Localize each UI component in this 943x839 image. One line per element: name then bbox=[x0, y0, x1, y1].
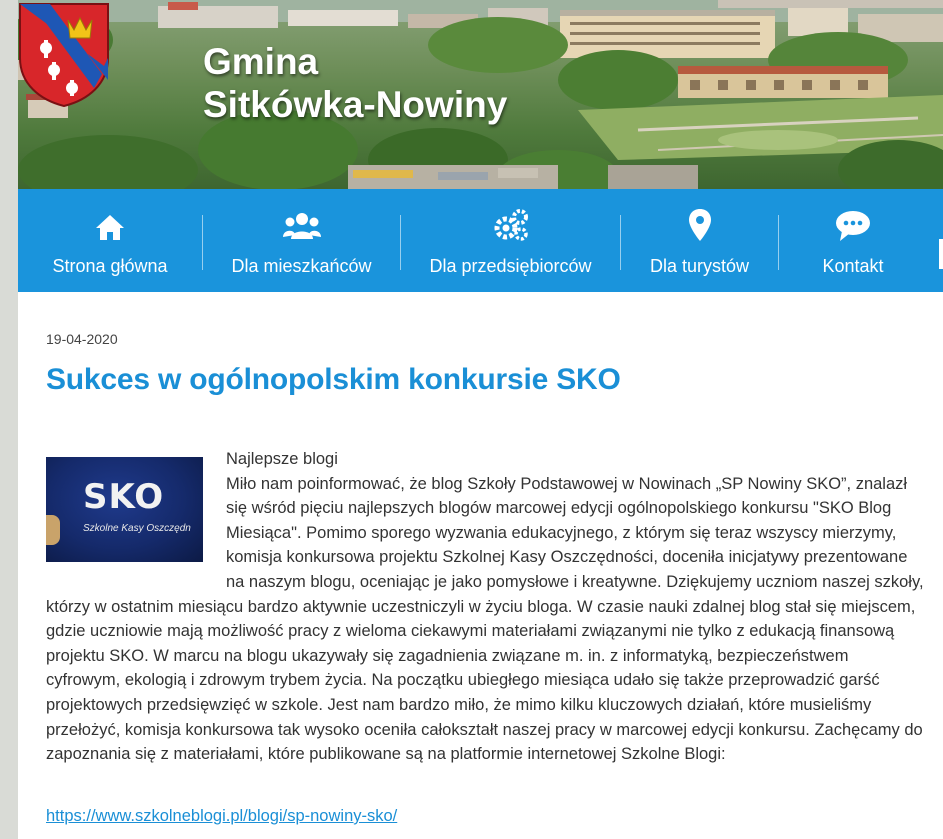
chat-bubble-icon bbox=[836, 209, 870, 241]
header-banner: Gmina Sitkówka-Nowiny bbox=[18, 0, 943, 189]
cogs-icon bbox=[493, 209, 529, 241]
nav-label-residents: Dla mieszkańców bbox=[231, 256, 372, 276]
article-date: 19-04-2020 bbox=[46, 331, 118, 347]
blog-link[interactable]: https://www.szkolneblogi.pl/blogi/sp-now… bbox=[46, 807, 397, 826]
main-navigation: Strona główna Dla mieszkańców Dla przeds… bbox=[18, 189, 943, 292]
nav-item-tourists[interactable]: Dla turystów bbox=[621, 189, 778, 292]
home-icon bbox=[94, 209, 126, 241]
site-title[interactable]: Gmina Sitkówka-Nowiny bbox=[203, 40, 507, 126]
coat-of-arms-icon bbox=[19, 3, 109, 108]
site-title-line1: Gmina bbox=[203, 41, 319, 82]
page: Gmina Sitkówka-Nowiny Strona główna Dla … bbox=[18, 0, 943, 839]
nav-label-contact: Kontakt bbox=[822, 256, 884, 276]
nav-item-residents[interactable]: Dla mieszkańców bbox=[203, 189, 400, 292]
nav-item-business[interactable]: Dla przedsiębiorców bbox=[401, 189, 620, 292]
map-marker-icon bbox=[688, 209, 711, 241]
site-title-line2: Sitkówka-Nowiny bbox=[203, 84, 508, 125]
nav-label-business: Dla przedsiębiorców bbox=[429, 256, 592, 276]
image-float-spacer bbox=[46, 447, 226, 584]
nav-overflow-edge bbox=[939, 239, 943, 269]
article-title: Sukces w ogólnopolskim konkursie SKO bbox=[46, 363, 621, 396]
article-body: Najlepsze blogi Miło nam poinformować, ż… bbox=[46, 447, 926, 767]
nav-label-home: Strona główna bbox=[52, 256, 168, 276]
nav-item-contact[interactable]: Kontakt bbox=[779, 189, 927, 292]
nav-label-tourists: Dla turystów bbox=[649, 256, 750, 276]
nav-item-home[interactable]: Strona główna bbox=[18, 189, 202, 292]
users-icon bbox=[282, 209, 321, 241]
